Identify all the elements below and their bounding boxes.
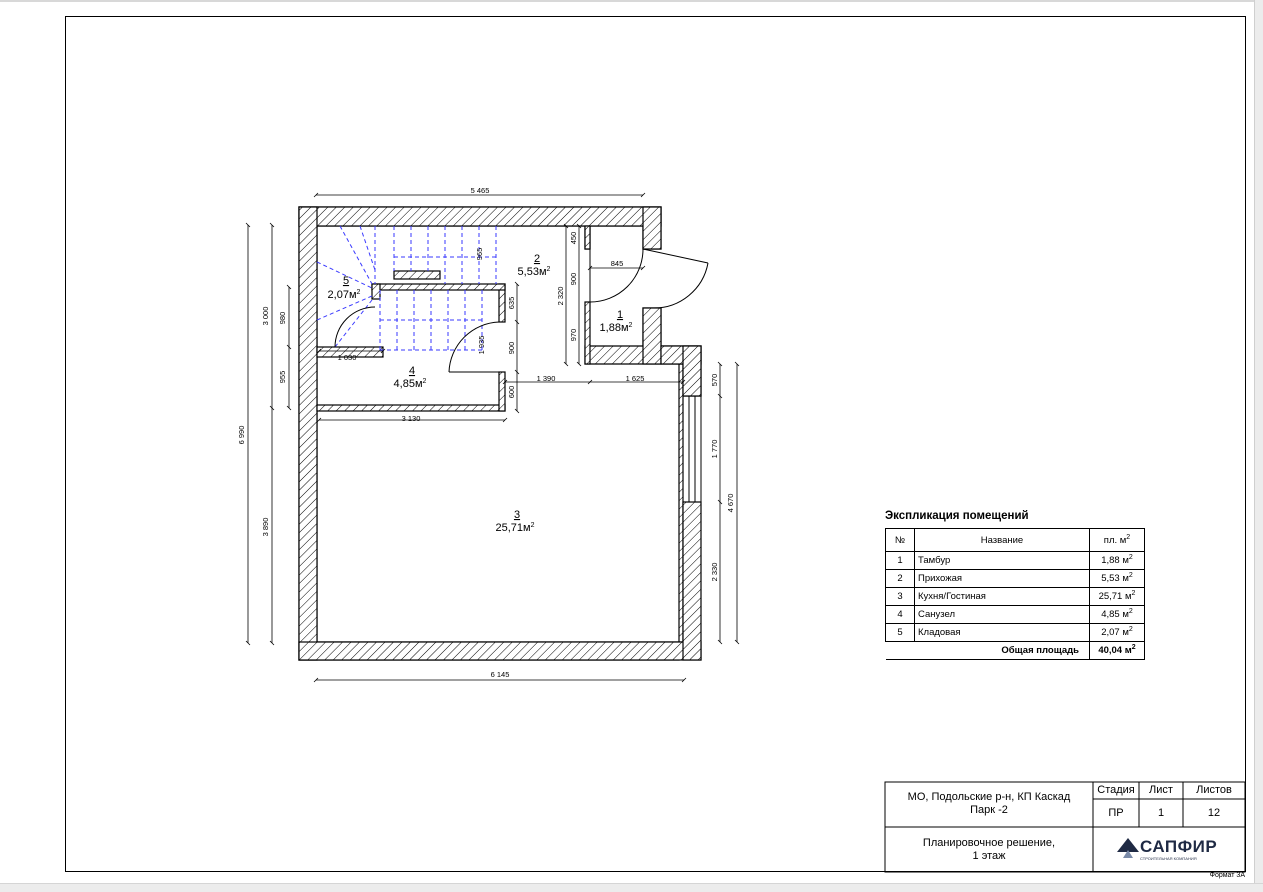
room-2-area: 5,53м2 — [518, 266, 551, 278]
room-4-number: 4 — [409, 365, 415, 377]
table-row: 5 Кладовая 2,07 м2 — [885, 623, 1145, 642]
svg-text:2 330: 2 330 — [710, 563, 719, 582]
svg-text:900: 900 — [569, 273, 578, 286]
svg-text:635: 635 — [507, 297, 516, 310]
svg-text:3 000: 3 000 — [261, 307, 270, 326]
room-3-number: 3 — [514, 509, 520, 521]
svg-text:980: 980 — [278, 312, 287, 325]
room-5-area: 2,07м2 — [328, 289, 361, 301]
room-1-number: 1 — [617, 309, 623, 321]
exterior-walls — [298, 206, 702, 661]
dimension-lines — [245, 192, 740, 683]
room-3-area: 25,71м2 — [496, 522, 535, 534]
svg-text:6 990: 6 990 — [237, 426, 246, 445]
svg-text:1 935: 1 935 — [477, 336, 486, 355]
svg-text:450: 450 — [569, 232, 578, 245]
svg-text:3 130: 3 130 — [402, 414, 421, 423]
room-4-area: 4,85м2 — [394, 378, 427, 390]
table-row: 4 Санузел 4,85 м2 — [885, 605, 1145, 624]
explication-title: Экспликация помещений — [885, 510, 1029, 522]
svg-text:3 890: 3 890 — [261, 518, 270, 537]
sheets-value: 12 — [1207, 807, 1221, 819]
explication-table: № Название пл. м2 1 Тамбур 1,88 м2 2 При… — [885, 528, 1145, 660]
svg-text:2 320: 2 320 — [556, 287, 565, 306]
svg-text:900: 900 — [507, 342, 516, 355]
sheets-label: Листов — [1196, 784, 1232, 796]
svg-text:1 030: 1 030 — [338, 353, 357, 362]
sheet-label: Лист — [1149, 784, 1173, 796]
stage-value: ПР — [1108, 807, 1124, 819]
company-logo-subtext: СТРОИТЕЛЬНАЯ КОМПАНИЯ — [1140, 856, 1197, 861]
room-2-number: 2 — [534, 253, 540, 265]
sheet-value: 1 — [1157, 807, 1165, 819]
total-value: 40,04 м2 — [1089, 641, 1145, 660]
header-num: № — [885, 528, 915, 552]
table-row: 1 Тамбур 1,88 м2 — [885, 551, 1145, 570]
svg-text:1 625: 1 625 — [626, 374, 645, 383]
header-name: Название — [914, 528, 1090, 552]
company-logo-text: САПФИР — [1140, 837, 1218, 856]
table-row: 2 Прихожая 5,53 м2 — [885, 569, 1145, 588]
svg-text:1 770: 1 770 — [710, 440, 719, 459]
svg-text:4 670: 4 670 — [726, 494, 735, 513]
room-1-area: 1,88м2 — [600, 322, 633, 334]
svg-text:845: 845 — [611, 259, 624, 268]
svg-text:570: 570 — [710, 374, 719, 387]
sheet-title: Планировочное решение, 1 этаж — [922, 837, 1056, 862]
svg-text:5 465: 5 465 — [471, 186, 490, 195]
window — [682, 396, 702, 502]
total-label: Общая площадь — [885, 641, 1090, 660]
svg-text:970: 970 — [569, 329, 578, 342]
logo-icon — [1117, 838, 1139, 858]
stage-label: Стадия — [1097, 784, 1135, 796]
room-5-number: 5 — [343, 275, 349, 287]
project-address: МО, Подольские р-н, КП Каскад Парк -2 — [907, 791, 1071, 816]
table-header-row: № Название пл. м2 — [885, 528, 1145, 552]
svg-text:1 390: 1 390 — [537, 374, 556, 383]
floor-plan: 1 1,88м2 2 5,53м2 3 25,71м2 4 4,85м2 5 2… — [237, 186, 1246, 873]
svg-text:955: 955 — [278, 371, 287, 384]
table-row: 3 Кухня/Гостиная 25,71 м2 — [885, 587, 1145, 606]
svg-text:6 145: 6 145 — [491, 670, 510, 679]
total-row: Общая площадь 40,04 м2 — [885, 641, 1145, 660]
format-label: Формат 3А — [1209, 872, 1245, 879]
svg-text:600: 600 — [507, 386, 516, 399]
header-area: пл. м2 — [1089, 528, 1145, 552]
svg-text:965: 965 — [475, 248, 484, 261]
